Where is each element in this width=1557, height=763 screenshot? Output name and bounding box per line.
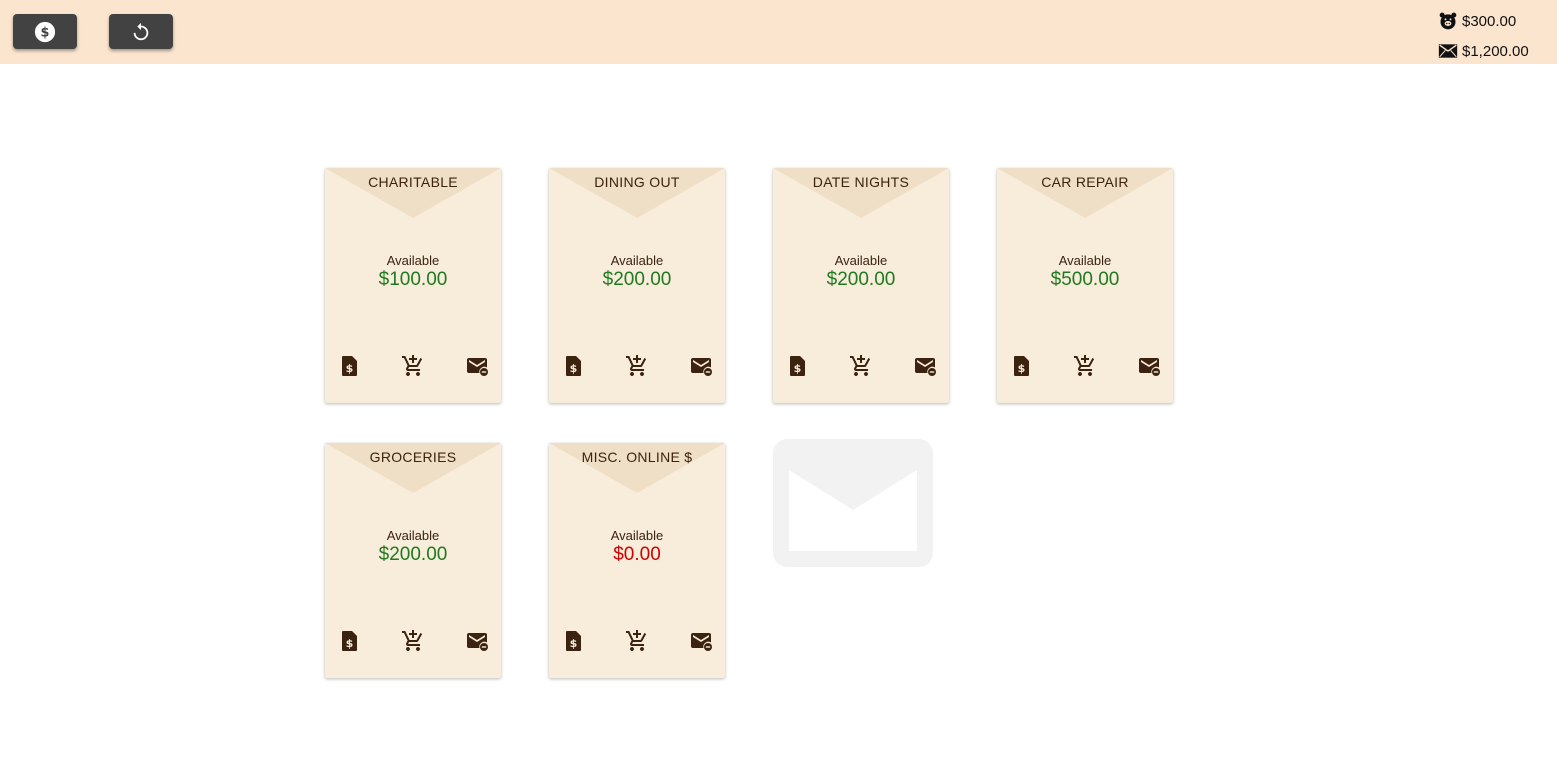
envelope-card[interactable]: DATE NIGHTS Available $200.00 $ xyxy=(773,168,949,403)
refresh-icon xyxy=(133,22,149,40)
view-bills-button[interactable]: $ xyxy=(562,354,586,378)
add-income-button[interactable]: $ xyxy=(13,14,77,49)
available-label: Available xyxy=(386,253,440,268)
svg-text:$: $ xyxy=(346,362,354,375)
envelope-card[interactable]: CAR REPAIR Available $500.00 $ xyxy=(997,168,1173,403)
envelopes-total-value: $1,200.00 xyxy=(1462,42,1529,60)
available-amount: $100.00 xyxy=(378,269,448,290)
envelope-title: CHARITABLE xyxy=(368,174,458,190)
available-amount: $200.00 xyxy=(378,544,448,565)
mail-remove-icon xyxy=(1137,354,1161,378)
envelope-title: DATE NIGHTS xyxy=(812,174,910,190)
envelope-actions: $ xyxy=(325,629,501,655)
envelope-icon xyxy=(1438,44,1458,58)
view-bills-button[interactable]: $ xyxy=(562,629,586,653)
bill-document-icon: $ xyxy=(1012,355,1032,377)
bill-document-icon: $ xyxy=(340,630,360,652)
add-to-cart-icon xyxy=(401,629,425,653)
add-to-cart-icon xyxy=(625,354,649,378)
envelope-actions: $ xyxy=(549,629,725,655)
savings-total: $300.00 xyxy=(1438,6,1553,36)
envelope-outline-icon xyxy=(773,439,933,567)
mail-remove-icon xyxy=(465,354,489,378)
add-to-cart-icon xyxy=(401,354,425,378)
remove-funds-button[interactable] xyxy=(689,629,713,653)
envelope-card[interactable]: DINING OUT Available $200.00 $ xyxy=(549,168,725,403)
add-expense-button[interactable] xyxy=(849,354,873,378)
add-expense-button[interactable] xyxy=(1073,354,1097,378)
svg-text:$: $ xyxy=(570,637,578,650)
remove-funds-button[interactable] xyxy=(913,354,937,378)
view-bills-button[interactable]: $ xyxy=(786,354,810,378)
view-bills-button[interactable]: $ xyxy=(338,354,362,378)
envelope-title: CAR REPAIR xyxy=(1041,174,1129,190)
envelope-actions: $ xyxy=(997,354,1173,380)
remove-funds-button[interactable] xyxy=(465,354,489,378)
envelope-card[interactable]: CHARITABLE Available $100.00 $ xyxy=(325,168,501,403)
dollar-circle-icon: $ xyxy=(34,21,56,42)
available-label: Available xyxy=(834,253,888,268)
envelope-actions: $ xyxy=(325,354,501,380)
view-bills-button[interactable]: $ xyxy=(338,629,362,653)
bill-document-icon: $ xyxy=(564,355,584,377)
top-bar: $ $300.00 $1,200.00 xyxy=(0,0,1557,64)
available-amount: $0.00 xyxy=(613,544,661,565)
available-label: Available xyxy=(610,253,664,268)
svg-text:$: $ xyxy=(41,25,50,40)
piggy-bank-icon xyxy=(1439,12,1457,30)
add-expense-button[interactable] xyxy=(625,629,649,653)
envelope-card[interactable]: MISC. ONLINE $ Available $0.00 $ xyxy=(549,443,725,678)
add-to-cart-icon xyxy=(625,629,649,653)
envelope-title: GROCERIES xyxy=(369,449,457,465)
svg-text:$: $ xyxy=(1018,362,1026,375)
add-expense-button[interactable] xyxy=(401,354,425,378)
available-label: Available xyxy=(386,528,440,543)
available-amount: $200.00 xyxy=(602,269,672,290)
envelope-card[interactable]: GROCERIES Available $200.00 $ xyxy=(325,443,501,678)
svg-text:$: $ xyxy=(570,362,578,375)
available-amount: $200.00 xyxy=(826,269,896,290)
svg-text:$: $ xyxy=(794,362,802,375)
mail-remove-icon xyxy=(465,629,489,653)
available-amount: $500.00 xyxy=(1050,269,1120,290)
envelope-title: MISC. ONLINE $ xyxy=(581,449,693,465)
envelopes-total: $1,200.00 xyxy=(1438,36,1553,66)
view-bills-button[interactable]: $ xyxy=(1010,354,1034,378)
envelope-actions: $ xyxy=(773,354,949,380)
mail-remove-icon xyxy=(913,354,937,378)
bill-document-icon: $ xyxy=(340,355,360,377)
available-label: Available xyxy=(610,528,664,543)
bill-document-icon: $ xyxy=(788,355,808,377)
add-to-cart-icon xyxy=(849,354,873,378)
savings-total-value: $300.00 xyxy=(1462,12,1517,30)
remove-funds-button[interactable] xyxy=(1137,354,1161,378)
bill-document-icon: $ xyxy=(564,630,584,652)
envelope-title: DINING OUT xyxy=(594,174,680,190)
remove-funds-button[interactable] xyxy=(689,354,713,378)
svg-text:$: $ xyxy=(346,637,354,650)
add-expense-button[interactable] xyxy=(625,354,649,378)
add-envelope-button[interactable] xyxy=(773,439,933,567)
totals-panel: $300.00 $1,200.00 xyxy=(1438,6,1553,66)
envelope-actions: $ xyxy=(549,354,725,380)
add-expense-button[interactable] xyxy=(401,629,425,653)
mail-remove-icon xyxy=(689,629,713,653)
mail-remove-icon xyxy=(689,354,713,378)
available-label: Available xyxy=(1058,253,1112,268)
remove-funds-button[interactable] xyxy=(465,629,489,653)
refresh-button[interactable] xyxy=(109,14,173,49)
add-to-cart-icon xyxy=(1073,354,1097,378)
